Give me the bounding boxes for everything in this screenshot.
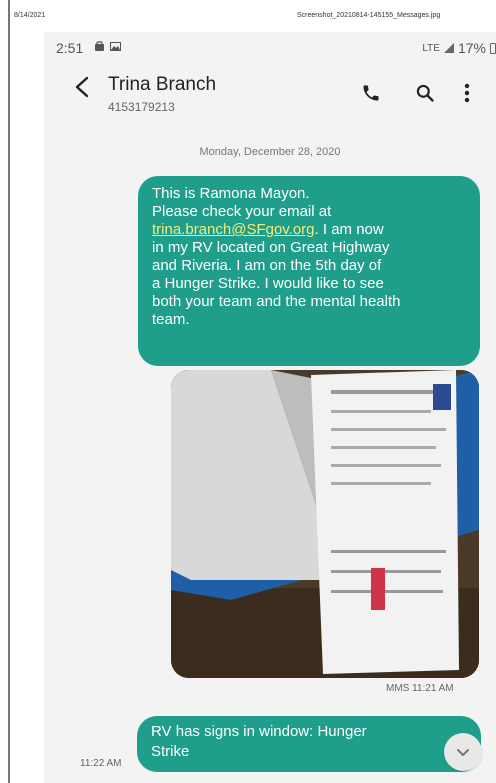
contact-name: Trina Branch [108, 74, 217, 95]
message-line: team. [152, 311, 190, 328]
status-bar: 2:51 LTE 17% [44, 32, 496, 64]
document-rule [331, 570, 441, 573]
document-rule [331, 446, 436, 449]
message-line: a Hunger Strike. I would like to see [152, 275, 384, 292]
logo-mark [433, 384, 451, 410]
signal-icon [443, 43, 454, 53]
mms-timestamp: MMS 11:21 AM [386, 683, 454, 694]
page-margin-rule [8, 0, 10, 783]
document-rule [331, 550, 446, 553]
network-type: LTE [422, 42, 440, 54]
search-icon[interactable] [412, 80, 438, 106]
document-rule [331, 464, 441, 467]
bag-icon [95, 41, 104, 51]
document-date: 8/14/2021 [14, 12, 46, 19]
more-vertical-icon[interactable] [454, 80, 480, 106]
document-header: 8/14/2021 Screenshot_20210814-145155_Mes… [0, 0, 496, 30]
message-line: and Riveria. I am on the 5th day of [152, 257, 382, 274]
battery-icon [490, 42, 496, 54]
document-rule [331, 428, 446, 431]
status-right: LTE 17% [422, 40, 496, 56]
message-line: This is Ramona Mayon. [152, 185, 310, 202]
phone-screen: 2:51 LTE 17% Trina Branch 4153179213 Mon… [44, 32, 496, 783]
battery-level: 17% [457, 40, 486, 56]
message-line: Strike [151, 743, 190, 760]
document-filename: Screenshot_20210814-145155_Messages.jpg [297, 12, 441, 19]
date-separator: Monday, December 28, 2020 [199, 146, 341, 158]
document-rule [331, 590, 443, 593]
message-line: in my RV located on Great Highway [152, 239, 390, 256]
mms-photo[interactable] [171, 370, 479, 678]
scroll-down-button[interactable] [444, 733, 482, 771]
message-text: . I am now [314, 221, 384, 238]
image-icon [110, 42, 122, 51]
conversation-header: Trina Branch 4153179213 [44, 68, 496, 118]
message-line: trina.branch@SFgov.org. I am now [152, 221, 466, 239]
email-link[interactable]: trina.branch@SFgov.org [152, 221, 315, 238]
status-time: 2:51 [56, 40, 84, 56]
back-arrow-icon[interactable] [74, 76, 90, 102]
document-rule [331, 482, 431, 485]
message-bubble[interactable]: This is Ramona Mayon. Please check your … [138, 176, 480, 366]
chevron-down-icon [457, 749, 469, 756]
message-timestamp: 11:22 AM [80, 758, 122, 769]
document-rule [331, 410, 431, 413]
citation-paper [311, 370, 459, 674]
red-stamp [371, 568, 385, 610]
contact-number: 4153179213 [108, 100, 175, 114]
notification-icons [94, 41, 122, 55]
message-line: RV has signs in window: Hunger [151, 723, 367, 740]
message-line: both your team and the mental health [152, 293, 401, 310]
message-line: Please check your email at [152, 203, 332, 220]
phone-icon[interactable] [358, 80, 384, 106]
document-rule [331, 390, 441, 394]
message-bubble[interactable]: RV has signs in window: Hunger Strike [137, 716, 481, 772]
